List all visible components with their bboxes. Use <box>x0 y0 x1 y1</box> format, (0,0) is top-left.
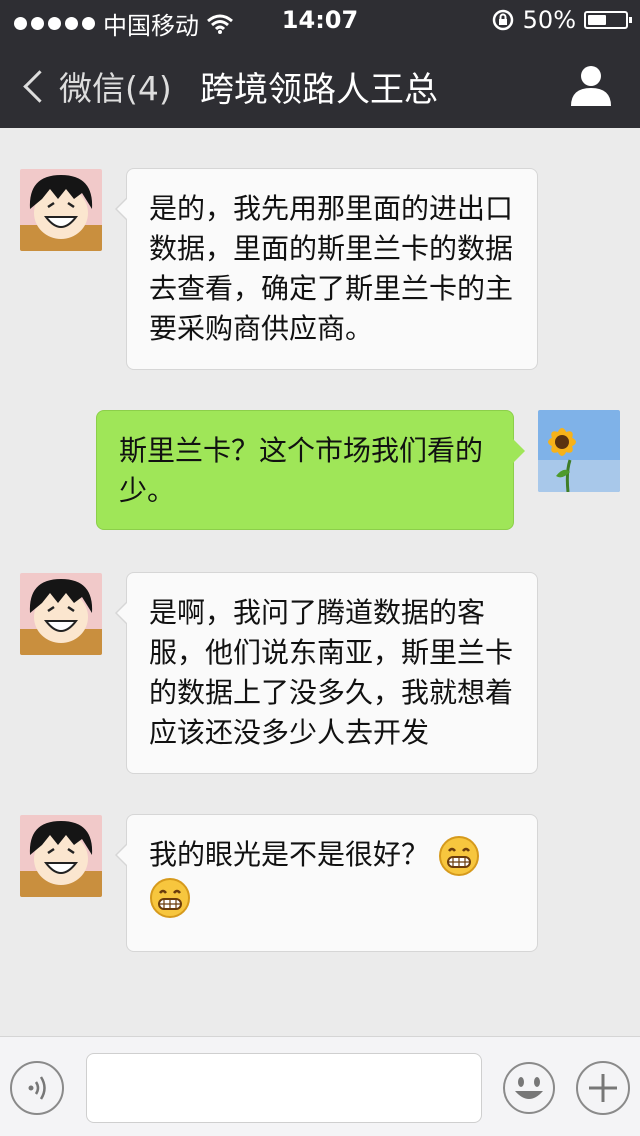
battery-percent: 50% <box>522 6 576 34</box>
grin-emoji-icon <box>438 836 479 876</box>
message-text-4: 我的眼光是不是很好？ <box>149 838 430 871</box>
grin-emoji-icon <box>150 878 190 918</box>
message-text-1: 是的，我先用那里面的进出口数据，里面的斯里兰卡的数据去查看，确定了斯里兰卡的主要… <box>149 192 514 345</box>
voice-icon <box>28 1076 46 1100</box>
message-text-3: 是啊，我问了腾道数据的客服，他们说东南亚，斯里兰卡的数据上了没多久，我就想着应该… <box>149 596 514 749</box>
rotation-lock-icon <box>492 9 513 31</box>
message-bubble-3[interactable]: 是啊，我问了腾道数据的客服，他们说东南亚，斯里兰卡的数据上了没多久，我就想着应该… <box>115 572 538 774</box>
back-button[interactable]: 微信(4) <box>20 62 172 110</box>
avatar-other[interactable] <box>20 169 102 251</box>
nav-bar: 微信(4) 跨境领路人王总 <box>0 40 640 128</box>
avatar-me[interactable] <box>538 410 620 492</box>
input-bar <box>0 1036 640 1136</box>
battery-fill <box>588 15 606 25</box>
message-bubble-4[interactable]: 我的眼光是不是很好？ <box>115 814 538 952</box>
plus-button[interactable] <box>576 1061 630 1115</box>
avatar-other[interactable] <box>20 815 102 897</box>
battery-icon <box>584 11 632 29</box>
plus-icon <box>589 1074 617 1102</box>
message-text-2: 斯里兰卡？这个市场我们看的少。 <box>119 434 484 507</box>
person-icon[interactable] <box>568 64 614 106</box>
status-right: 50% <box>491 6 632 34</box>
status-bar: 中国移动 14:07 50% <box>0 0 640 40</box>
voice-button[interactable] <box>10 1061 64 1115</box>
back-label: 微信(4) <box>59 69 172 108</box>
chat-title: 跨境领路人王总 <box>200 70 438 110</box>
smiley-icon[interactable] <box>502 1061 556 1115</box>
top-bar: 中国移动 14:07 50% 微信(4) 跨境领路人王总 <box>0 0 640 128</box>
chevron-left-icon <box>23 69 56 103</box>
message-bubble-2[interactable]: 斯里兰卡？这个市场我们看的少。 <box>96 410 525 530</box>
message-bubble-1[interactable]: 是的，我先用那里面的进出口数据，里面的斯里兰卡的数据去查看，确定了斯里兰卡的主要… <box>115 168 538 370</box>
chat-area[interactable]: 是的，我先用那里面的进出口数据，里面的斯里兰卡的数据去查看，确定了斯里兰卡的主要… <box>0 128 640 1036</box>
avatar-other[interactable] <box>20 573 102 655</box>
message-input[interactable] <box>86 1053 482 1123</box>
